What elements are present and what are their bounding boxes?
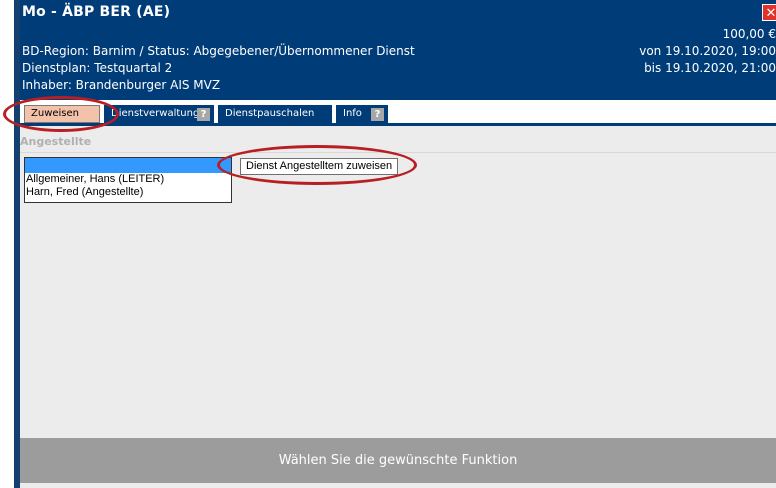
- employee-listbox[interactable]: Allgemeiner, Hans (LEITER) Harn, Fred (A…: [24, 157, 232, 203]
- tab-label: Dienstverwaltung: [111, 108, 200, 119]
- help-icon[interactable]: ?: [197, 108, 210, 121]
- tab-label: Dienstpauschalen: [225, 108, 315, 119]
- tab-bar: Zuweisen Dienstverwaltung ? Dienstpausch…: [20, 100, 776, 126]
- dialog-window: Mo - ÄBP BER (AE) ✕ BD-Region: Barnim / …: [14, 0, 776, 488]
- help-icon[interactable]: ?: [371, 108, 384, 121]
- dialog-header: Mo - ÄBP BER (AE) ✕ BD-Region: Barnim / …: [20, 0, 776, 100]
- tab-label: Info: [343, 108, 362, 119]
- start-time-text: von 19.10.2020, 19:00: [639, 44, 776, 58]
- list-item[interactable]: [25, 158, 231, 173]
- tab-label: Zuweisen: [31, 108, 79, 119]
- end-time-text: bis 19.10.2020, 21:00: [644, 61, 776, 75]
- list-item[interactable]: Harn, Fred (Angestellte): [25, 186, 231, 199]
- close-icon[interactable]: ✕: [762, 4, 776, 21]
- status-footer: Wählen Sie die gewünschte Funktion: [20, 438, 776, 483]
- section-divider: [20, 152, 776, 153]
- tab-info[interactable]: Info ?: [336, 105, 388, 123]
- tab-zuweisen[interactable]: Zuweisen: [24, 105, 100, 123]
- dialog-title: Mo - ÄBP BER (AE): [22, 4, 171, 20]
- tab-dienstpauschalen[interactable]: Dienstpauschalen: [218, 105, 332, 123]
- amount-text: 100,00 €: [722, 27, 776, 41]
- inhaber-text: Inhaber: Brandenburger AIS MVZ: [22, 78, 221, 92]
- list-item[interactable]: Allgemeiner, Hans (LEITER): [25, 173, 231, 186]
- section-heading: Angestellte: [20, 135, 92, 148]
- region-status-text: BD-Region: Barnim / Status: Abgegebener/…: [22, 44, 415, 58]
- window-left-border: [14, 0, 20, 488]
- dienstplan-text: Dienstplan: Testquartal 2: [22, 61, 173, 75]
- tab-dienstverwaltung[interactable]: Dienstverwaltung ?: [104, 105, 214, 123]
- assign-employee-button[interactable]: Dienst Angestelltem zuweisen: [240, 158, 399, 175]
